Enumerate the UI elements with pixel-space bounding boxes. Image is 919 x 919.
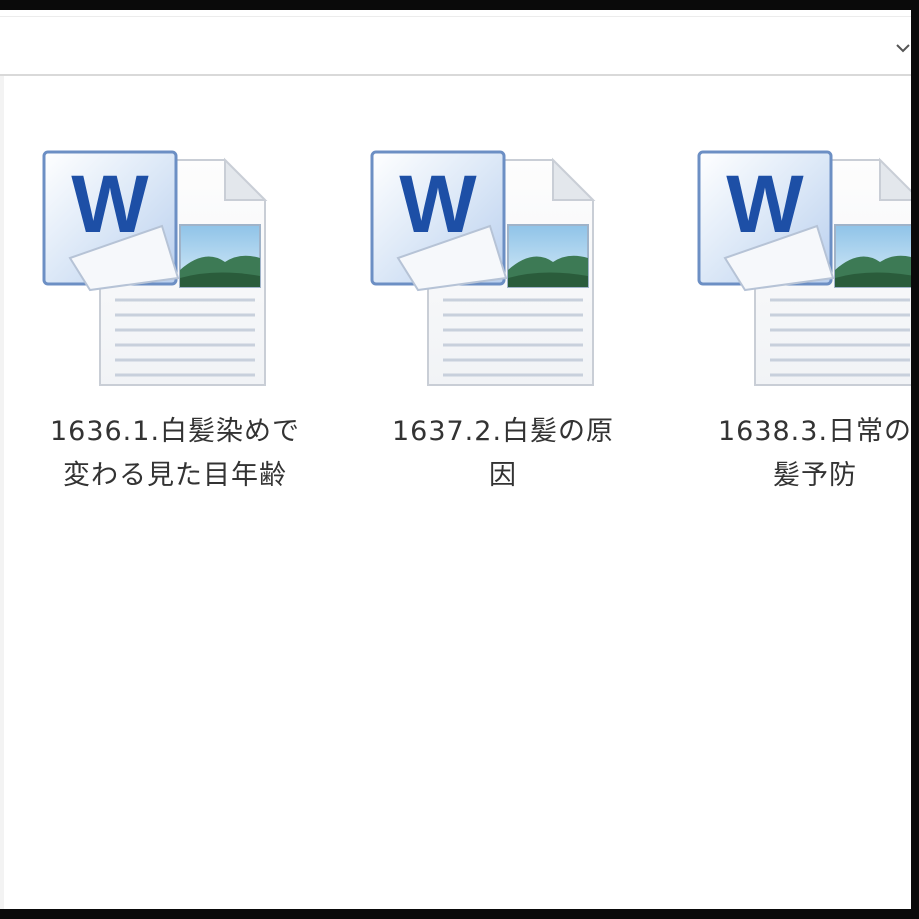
address-bar[interactable] [0,16,911,73]
explorer-window: 1636.1.白髪染めで 変わる見た目年齢 1637.2.白髪の原 因 1638… [0,10,911,909]
file-name: 1638.3.日常の 髪予防 [717,416,911,491]
chevron-down-icon[interactable] [895,40,911,56]
word-document-icon [368,140,608,400]
word-document-icon [40,140,280,400]
word-document-icon [695,140,911,400]
file-name: 1636.1.白髪染めで 変わる見た目年齢 [49,416,301,491]
file-item[interactable]: 1638.3.日常の 髪予防 [690,130,911,530]
file-item[interactable]: 1637.2.白髪の原 因 [358,130,648,530]
file-name: 1637.2.白髪の原 因 [391,416,615,491]
explorer-toolbar [0,10,911,76]
file-item[interactable]: 1636.1.白髪染めで 変わる見た目年齢 [30,130,320,530]
left-scroll-edge [0,76,4,909]
